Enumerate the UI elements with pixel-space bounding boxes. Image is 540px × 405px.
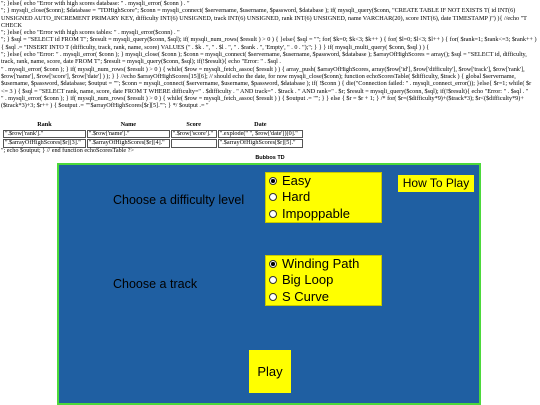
track-label: Choose a track [113, 277, 198, 291]
leak-line: "; } mysqli_close($conn); $database = "T… [1, 7, 527, 29]
leak-line: " . mysqli_error( $conn ); } if( mysqli_… [1, 65, 532, 95]
track-option-s-curve[interactable]: S Curve [266, 289, 381, 305]
table-cell: ".explode(" ", $row['date'])[0]." [217, 129, 303, 139]
leak-line: "; }else{ echo "Error: " . mysqli_error(… [1, 51, 527, 66]
difficulty-option-easy[interactable]: Easy [266, 173, 381, 189]
radio-icon[interactable] [269, 276, 277, 285]
difficulty-option-label: Easy [282, 173, 311, 188]
table-cell [170, 139, 217, 148]
difficulty-option-label: Hard [282, 189, 311, 205]
track-option-label: Winding Path [282, 256, 360, 271]
leak-line: "; } $sql = "SELECT id FROM T"; $result … [1, 36, 537, 51]
leak-line: " . mysqli_error( $conn ); } if( mysqli_… [1, 94, 524, 110]
difficulty-option-label: Impoppable [282, 205, 350, 221]
difficulty-option-impoppable[interactable]: Impoppable [266, 206, 381, 222]
high-scores-table: Rank Name Score Date ".$row['rank']." ".… [2, 121, 304, 149]
radio-icon[interactable] [269, 193, 277, 202]
difficulty-options: Easy Hard Impoppable [265, 172, 382, 223]
track-option-winding-path[interactable]: Winding Path [266, 256, 381, 272]
difficulty-option-hard[interactable]: Hard [266, 189, 381, 205]
track-options: Winding Path Big Loop S Curve [265, 255, 382, 306]
play-button[interactable]: Play [249, 350, 291, 393]
table-header-row: Rank Name Score Date [3, 121, 303, 129]
track-option-label: S Curve [282, 288, 329, 304]
table-row: ".$row['rank']." ".$row['name']." ".$row… [3, 129, 303, 139]
track-option-big-loop[interactable]: Big Loop [266, 272, 381, 288]
php-source-tail: "; echo $output; } // end function echoS… [1, 147, 134, 154]
column-header-score: Score [186, 121, 202, 128]
leak-line: "; }else{ echo "Error with high scores t… [1, 29, 180, 37]
column-header-date: Date [254, 121, 267, 128]
column-header-name: Name [120, 121, 137, 128]
php-source-leak: "; }else{ echo "Error with high scores d… [1, 0, 537, 109]
radio-icon[interactable] [269, 292, 277, 301]
table-cell: ".$row['rank']." [3, 129, 86, 139]
radio-selected-icon[interactable] [269, 260, 277, 268]
table-cell: ".$arrayOfHighScores[$r][5]." [217, 139, 303, 148]
difficulty-label: Choose a difficulty level [113, 193, 245, 207]
table-cell: ".$row['name']." [86, 129, 170, 139]
leak-line: "; }else{ echo "Error with high scores d… [1, 0, 190, 7]
track-option-label: Big Loop [282, 272, 334, 288]
game-menu-panel: Choose a difficulty level Easy Hard Impo… [57, 163, 481, 405]
game-title: Bubbos TD [255, 155, 285, 161]
table-cell: ".$row['score']." [170, 129, 217, 139]
column-header-rank: Rank [37, 121, 52, 128]
radio-selected-icon[interactable] [269, 177, 277, 185]
how-to-play-button[interactable]: How To Play [398, 175, 474, 192]
radio-icon[interactable] [269, 209, 277, 218]
